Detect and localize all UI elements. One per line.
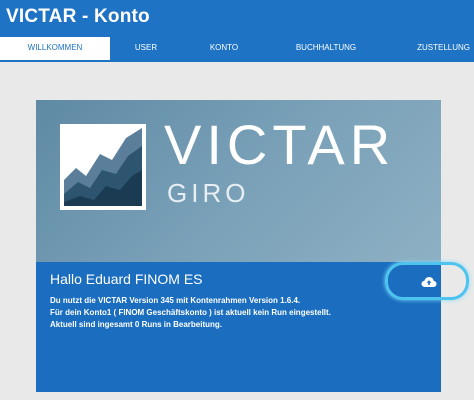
tab-label: KONTO	[209, 43, 239, 52]
tab-zustellung[interactable]: ZUSTELLUNG	[392, 37, 474, 62]
cloud-upload-button[interactable]	[385, 262, 469, 300]
greeting-heading: Hallo Eduard FINOM ES	[50, 271, 203, 287]
tab-label: USER	[134, 43, 158, 52]
tab-label: BUCHHALTUNG	[295, 43, 357, 52]
tab-konto[interactable]: KONTO	[193, 37, 255, 62]
cloud-upload-icon	[421, 275, 437, 293]
tab-label: ZUSTELLUNG	[417, 43, 470, 52]
runs-count-text: Aktuell sind ingesamt 0 Runs in Bearbeit…	[50, 320, 223, 329]
logo-chart-graphic	[60, 124, 146, 210]
tab-user[interactable]: USER	[115, 37, 177, 62]
app-title: VICTAR - Konto	[6, 6, 150, 27]
logo-wordmark: VICTAR	[164, 113, 396, 176]
hero-banner: VICTAR GIRO	[36, 100, 441, 262]
version-info-text: Du nutzt die VICTAR Version 345 mit Kont…	[50, 296, 301, 305]
run-status-text: Für dein Konto1 ( FINOM Geschäftskonto )…	[50, 308, 331, 317]
welcome-panel: Hallo Eduard FINOM ES Du nutzt die VICTA…	[36, 262, 469, 392]
victar-chart-logo	[60, 124, 146, 210]
tab-label: WILLKOMMEN	[27, 43, 83, 52]
logo-subtitle: GIRO	[167, 178, 250, 208]
tab-buchhaltung[interactable]: BUCHHALTUNG	[280, 37, 372, 62]
app-bar: VICTAR - Konto WILLKOMMEN USER KONTO BUC…	[0, 0, 474, 62]
tab-willkommen[interactable]: WILLKOMMEN	[0, 37, 110, 62]
